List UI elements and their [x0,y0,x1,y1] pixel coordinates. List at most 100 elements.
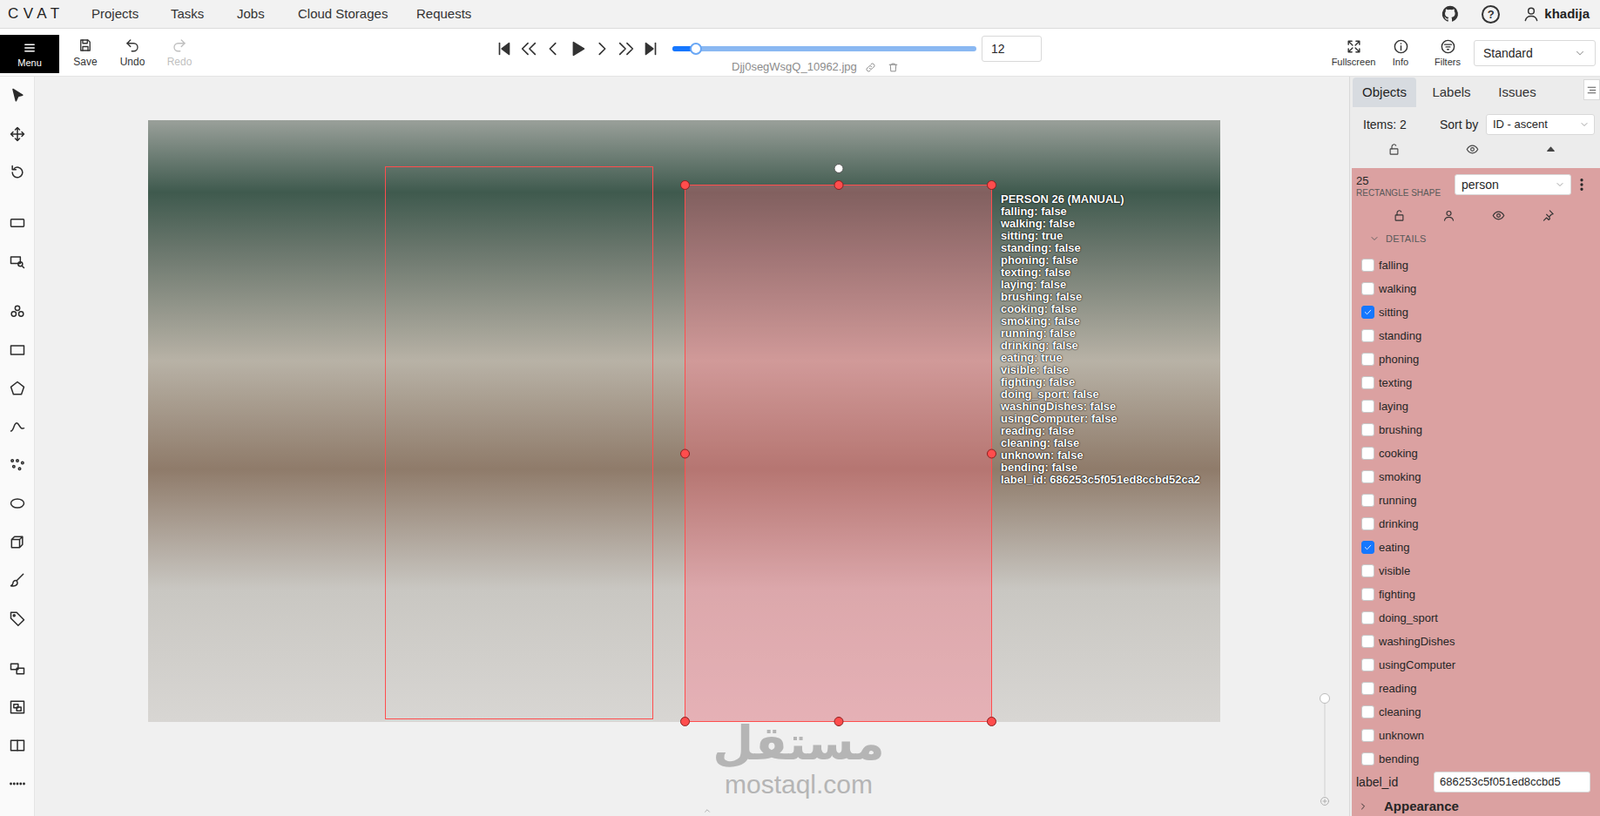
tag-tool[interactable] [0,599,35,638]
checkbox[interactable] [1361,493,1375,507]
undo-button[interactable]: Undo [108,37,156,68]
move-tool[interactable] [0,114,35,154]
frame-slider-thumb[interactable] [689,42,703,55]
first-frame-button[interactable] [492,39,517,59]
bounding-box[interactable] [684,184,993,723]
rotation-handle[interactable] [833,163,844,174]
checkbox[interactable] [1361,376,1375,390]
checkbox[interactable] [1361,658,1375,672]
resize-handle[interactable] [680,180,690,190]
attribute-row[interactable]: brushing [1356,418,1596,442]
play-button[interactable] [565,39,590,59]
attribute-row[interactable]: cooking [1356,441,1596,466]
menu-button[interactable]: Menu [0,34,60,74]
attribute-row[interactable]: standing [1356,324,1596,348]
bounding-box[interactable] [384,166,654,720]
more-tool[interactable] [0,764,35,804]
checkbox[interactable] [1361,258,1375,272]
delete-frame[interactable] [887,61,899,74]
checkbox[interactable] [1361,564,1375,578]
merge-tool[interactable] [0,649,35,689]
ai-tools-tool[interactable] [0,292,35,331]
frame-slider[interactable] [672,46,977,52]
resize-handle[interactable] [680,716,690,727]
attribute-row[interactable]: texting [1356,371,1596,395]
help-button[interactable]: ? [1481,5,1500,24]
resize-handle[interactable] [680,448,690,459]
attribute-row[interactable]: washingDishes [1356,629,1596,654]
resize-handle[interactable] [833,716,844,727]
fullscreen-button[interactable]: Fullscreen [1329,38,1378,68]
brush-tool[interactable] [0,560,35,600]
object-card[interactable]: 25RECTANGLE SHAPEpersonDETAILSfallingwal… [1351,168,1600,816]
checkbox[interactable] [1361,705,1375,719]
attribute-row[interactable]: bending [1356,747,1596,771]
panel-tab[interactable]: Objects [1352,77,1417,108]
panel-tab[interactable]: Labels [1416,77,1487,108]
pin-button[interactable] [1523,209,1573,223]
nav-item[interactable]: Tasks [170,4,204,25]
attribute-row[interactable]: phoning [1356,347,1596,372]
attribute-row[interactable]: walking [1356,276,1596,301]
attribute-row[interactable]: reading [1356,676,1596,701]
attribute-row[interactable]: unknown [1356,723,1596,748]
checkbox[interactable] [1361,282,1375,296]
object-menu[interactable] [1571,174,1593,196]
resize-handle[interactable] [833,180,844,190]
checkbox[interactable] [1361,470,1375,484]
checkbox[interactable] [1361,352,1375,366]
split-tool[interactable] [0,726,35,765]
nav-item[interactable]: Cloud Storages [297,4,388,25]
resize-handle[interactable] [986,180,997,190]
cvat-logo[interactable]: CVAT [7,2,65,26]
fast-backward-button[interactable] [516,39,541,59]
label-select[interactable]: person [1454,174,1572,196]
resize-handle[interactable] [986,716,997,727]
checkbox[interactable] [1361,517,1375,531]
attribute-row[interactable]: running [1356,488,1596,513]
rotate-tool[interactable] [0,153,35,192]
nav-item[interactable]: Jobs [236,4,265,25]
fast-forward-button[interactable] [614,39,639,59]
zoom-region-tool[interactable] [0,242,35,281]
group-tool[interactable] [0,688,35,727]
label-id-field[interactable]: 686253c5f051ed8ccbd5 [1433,771,1591,793]
appearance-toggle[interactable]: Appearance [1356,796,1596,816]
checkbox[interactable] [1361,634,1375,649]
details-toggle[interactable]: DETAILS [1356,230,1596,247]
eye-all-button[interactable] [1432,142,1512,156]
redo-button[interactable]: Redo [155,37,203,68]
checkbox[interactable] [1361,752,1375,766]
sort-select[interactable]: ID - ascent [1485,114,1595,136]
lock-all-button[interactable] [1354,142,1433,156]
next-button[interactable] [589,39,615,59]
nav-item[interactable]: Requests [416,4,472,25]
attribute-row[interactable]: usingComputer [1356,653,1596,677]
attribute-row[interactable]: smoking [1356,465,1596,489]
rectangle-tool[interactable] [0,330,35,370]
checkbox[interactable] [1361,729,1375,743]
attribute-row[interactable]: fighting [1356,582,1596,607]
checkbox[interactable] [1361,305,1375,319]
canvas[interactable]: PERSON 26 (MANUAL)falling: falsewalking:… [34,76,1350,816]
info-button[interactable]: Info [1377,38,1425,68]
checkbox[interactable] [1361,611,1375,625]
previous-button[interactable] [540,39,566,59]
copy-link[interactable] [864,61,877,74]
checkbox[interactable] [1361,540,1375,554]
collapse-toggle[interactable] [702,806,712,816]
cursor-tool[interactable] [0,76,35,115]
collapse-all-button[interactable] [1511,142,1590,156]
checkbox[interactable] [1361,423,1375,437]
panel-toggle[interactable] [1583,79,1600,101]
frame-input[interactable] [981,35,1042,62]
attribute-row[interactable]: visible [1356,559,1596,583]
polygon-tool[interactable] [0,369,35,408]
checkbox[interactable] [1361,446,1375,460]
checkbox[interactable] [1361,681,1375,696]
person-button[interactable] [1424,209,1474,223]
attribute-row[interactable]: cleaning [1356,700,1596,724]
cuboid-tool[interactable] [0,522,35,561]
github-link[interactable] [1440,4,1460,24]
attribute-row[interactable]: drinking [1356,512,1596,536]
